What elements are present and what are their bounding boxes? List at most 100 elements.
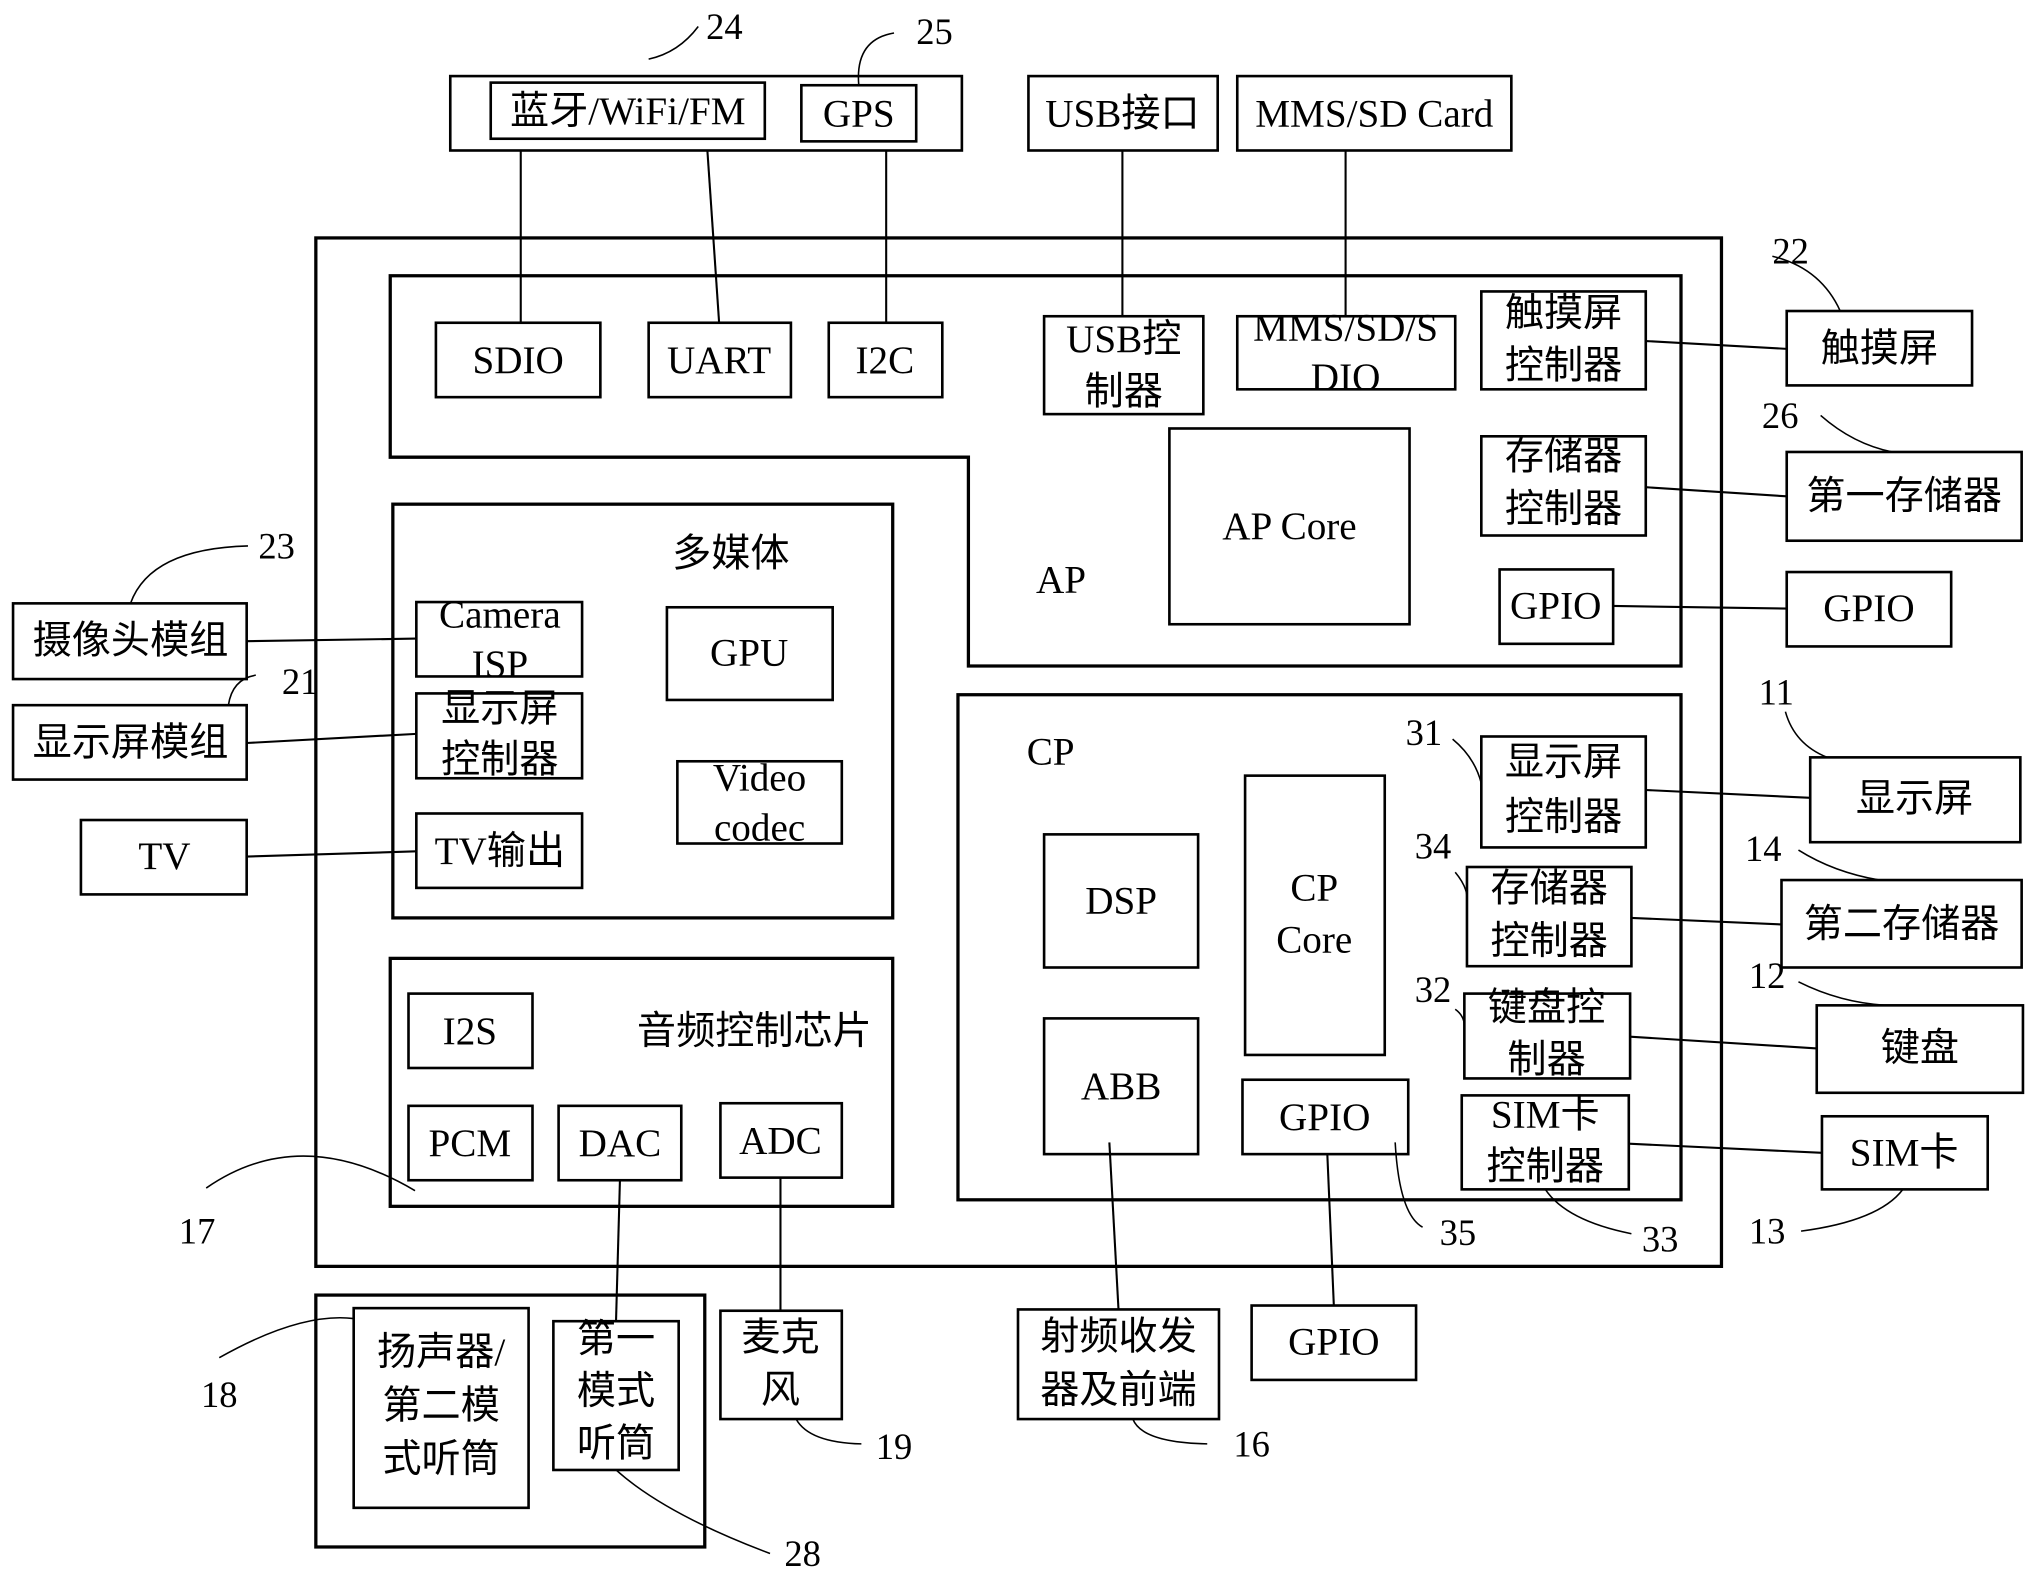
leader-13 xyxy=(1800,1188,1904,1232)
wire-camera xyxy=(246,637,417,643)
cp-display-ctrl-label-2: 控制器 xyxy=(1505,796,1622,839)
tv-out-label: TV输出 xyxy=(435,830,565,873)
uart-label: UART xyxy=(667,339,771,382)
microphone-label-2: 风 xyxy=(761,1369,800,1412)
speaker-label-2: 第二模 xyxy=(382,1385,499,1428)
sdio-label: SDIO xyxy=(472,339,563,382)
sim-card-label: SIM卡 xyxy=(1850,1131,1959,1174)
speaker-label-3: 式听筒 xyxy=(382,1438,499,1481)
keypad-ctrl-label-2: 制器 xyxy=(1507,1039,1585,1082)
camera-isp-label-2: ISP xyxy=(472,643,529,686)
cp-core-box xyxy=(1243,774,1387,1057)
gps-label: GPS xyxy=(823,92,895,135)
ap-gpio-label: GPIO xyxy=(1510,584,1601,627)
ref-16: 16 xyxy=(1233,1423,1270,1464)
tv-label: TV xyxy=(138,835,190,878)
ref-28: 28 xyxy=(784,1533,821,1574)
cp-core-label-1: CP xyxy=(1290,866,1338,909)
speaker-label-1: 扬声器/ xyxy=(377,1331,505,1374)
wire-abb-rf xyxy=(1108,1142,1120,1310)
ref-22: 22 xyxy=(1772,230,1809,271)
second-memory-label: 第二存储器 xyxy=(1804,903,2000,946)
dsp-label: DSP xyxy=(1085,879,1157,922)
multimedia-label: 多媒体 xyxy=(672,532,789,575)
leader-11 xyxy=(1784,711,1828,759)
ref-25: 25 xyxy=(916,11,953,52)
usb-ctrl-label-1: USB控 xyxy=(1066,318,1181,361)
rf-label-2: 器及前端 xyxy=(1040,1369,1197,1412)
ref-21: 21 xyxy=(282,661,319,702)
ap-core-label: AP Core xyxy=(1222,505,1356,548)
first-memory-label: 第一存储器 xyxy=(1806,475,2002,518)
leader-24 xyxy=(648,26,699,60)
sim-ctrl-label-1: SIM卡 xyxy=(1491,1093,1600,1136)
leader-23 xyxy=(129,545,248,604)
audio-label: 音频控制芯片 xyxy=(637,1010,872,1053)
mms-sd-sdio-label-2: DIO xyxy=(1311,356,1381,399)
ref-24: 24 xyxy=(706,6,743,47)
ref-32: 32 xyxy=(1415,969,1452,1010)
sim-ctrl-label-2: 控制器 xyxy=(1487,1146,1604,1189)
i2c-label: I2C xyxy=(856,339,915,382)
touch-ctrl-label-2: 控制器 xyxy=(1505,344,1622,387)
abb-label: ABB xyxy=(1081,1065,1161,1108)
cp-label: CP xyxy=(1027,731,1075,774)
ref-35: 35 xyxy=(1440,1212,1477,1253)
mm-display-ctrl-label-1: 显示屏 xyxy=(441,688,558,731)
cp-gpio-label: GPIO xyxy=(1279,1096,1370,1139)
gpu-label: GPU xyxy=(710,631,788,674)
ref-14: 14 xyxy=(1745,828,1782,869)
leader-34 xyxy=(1454,871,1468,902)
i2s-label: I2S xyxy=(443,1010,497,1053)
leader-31 xyxy=(1452,738,1483,784)
cp-display-ctrl-label-1: 显示屏 xyxy=(1505,741,1622,784)
ref-31: 31 xyxy=(1406,712,1443,753)
first-receiver-label-3: 听筒 xyxy=(577,1422,655,1465)
mm-display-ctrl-label-2: 控制器 xyxy=(441,738,558,781)
leader-12 xyxy=(1798,981,1886,1007)
wire-dac-receiver xyxy=(614,1180,621,1322)
cp-mem-ctrl-label-2: 控制器 xyxy=(1490,920,1607,963)
usb-port-label: USB接口 xyxy=(1045,92,1199,135)
ref-11: 11 xyxy=(1759,672,1794,713)
ref-17: 17 xyxy=(179,1211,216,1252)
wire-ap-gpio xyxy=(1613,604,1787,610)
wire-second-memory xyxy=(1631,916,1782,926)
dac-label: DAC xyxy=(579,1122,662,1165)
mms-sd-card-label: MMS/SD Card xyxy=(1255,92,1494,135)
video-codec-label-2: codec xyxy=(714,806,805,849)
wire-display xyxy=(1645,788,1811,799)
ext-gpio-cp-label: GPIO xyxy=(1288,1321,1379,1364)
ext-gpio-ap-label: GPIO xyxy=(1823,587,1914,630)
leader-14 xyxy=(1798,849,1880,881)
touch-ctrl-label-1: 触摸屏 xyxy=(1505,292,1622,335)
leader-18 xyxy=(218,1317,354,1359)
leader-26 xyxy=(1820,414,1893,453)
ref-18: 18 xyxy=(201,1374,238,1415)
first-receiver-label-2: 模式 xyxy=(577,1370,655,1413)
microphone-label-1: 麦克 xyxy=(741,1317,819,1360)
ref-26: 26 xyxy=(1762,395,1799,436)
rf-label-1: 射频收发 xyxy=(1040,1315,1197,1358)
ref-34: 34 xyxy=(1415,826,1452,867)
display-module-label: 显示屏模组 xyxy=(33,722,229,765)
camera-module-label: 摄像头模组 xyxy=(33,620,229,663)
wire-cp-gpio xyxy=(1326,1154,1335,1306)
ref-19: 19 xyxy=(876,1426,913,1467)
wire-keypad xyxy=(1630,1035,1817,1050)
leader-33 xyxy=(1544,1188,1632,1235)
video-codec-label-1: Video xyxy=(713,757,806,800)
ap-label: AP xyxy=(1036,558,1086,601)
leader-28 xyxy=(615,1469,771,1555)
leader-19 xyxy=(795,1418,862,1445)
adc-label: ADC xyxy=(739,1120,822,1163)
ref-12: 12 xyxy=(1749,955,1786,996)
cp-core-label-2: Core xyxy=(1276,919,1352,962)
leader-32 xyxy=(1454,1008,1466,1027)
wire-display-module xyxy=(246,732,417,745)
leader-17 xyxy=(205,1155,416,1192)
ref-23: 23 xyxy=(258,525,295,566)
first-receiver-label-1: 第一 xyxy=(577,1318,655,1361)
display-label: 显示屏 xyxy=(1856,778,1973,821)
usb-ctrl-label-2: 制器 xyxy=(1085,370,1163,413)
